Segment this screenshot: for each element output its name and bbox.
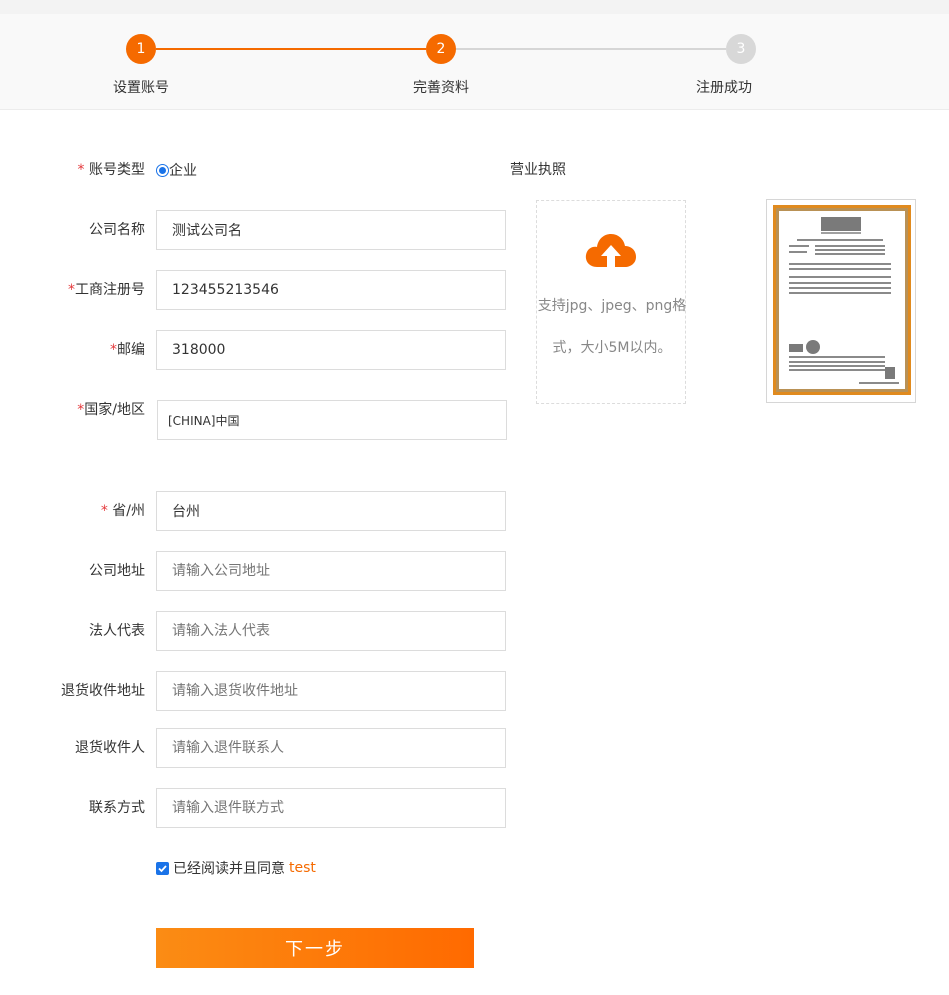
contact-label: 联系方式 (89, 800, 145, 816)
required-mark: * (68, 282, 75, 298)
agreement-checkbox[interactable] (156, 861, 169, 875)
country-label-text: 国家/地区 (84, 402, 145, 418)
return-receiver-label: 退货收件人 (75, 740, 145, 756)
top-strip (0, 0, 949, 14)
step-connector-todo (456, 48, 726, 50)
step-2-label: 完善资料 (413, 80, 469, 96)
cloud-upload-icon (585, 234, 636, 267)
agreement-link[interactable]: test (289, 860, 316, 876)
company-address-input[interactable] (156, 551, 506, 591)
reg-no-input[interactable] (156, 270, 506, 310)
postcode-label-text: 邮编 (117, 342, 145, 358)
next-step-button[interactable]: 下一步 (156, 928, 474, 968)
account-type-label: * 账号类型 (78, 160, 145, 180)
step-progress-bar: 1 2 3 设置账号 完善资料 注册成功 (0, 14, 949, 110)
upload-hint-line-2: 式，大小5M以内。 (552, 340, 672, 356)
business-license-label: 营业执照 (510, 162, 566, 178)
account-type-radio-enterprise[interactable]: 企业 (156, 160, 197, 180)
license-sample-image (766, 199, 916, 403)
province-label: * 省/州 (101, 501, 145, 521)
company-name-label: 公司名称 (89, 222, 145, 238)
contact-input[interactable] (156, 788, 506, 828)
step-1-label: 设置账号 (113, 80, 169, 96)
account-type-label-text: 账号类型 (89, 162, 145, 178)
step-connector-done (156, 48, 426, 50)
agreement-row: 已经阅读并且同意 test (156, 858, 316, 878)
license-sample-illustration (773, 205, 911, 395)
step-2-circle: 2 (426, 34, 456, 64)
reg-no-label-text: 工商注册号 (75, 282, 145, 298)
return-address-label: 退货收件地址 (61, 683, 145, 699)
country-label: *国家/地区 (77, 400, 145, 420)
company-address-label: 公司地址 (89, 563, 145, 579)
agreement-text: 已经阅读并且同意 (173, 861, 285, 877)
step-3-circle: 3 (726, 34, 756, 64)
upload-hint: 支持jpg、jpeg、png格 式，大小5M以内。 (537, 285, 687, 369)
check-icon (158, 864, 167, 872)
return-receiver-input[interactable] (156, 728, 506, 768)
legal-rep-label: 法人代表 (89, 623, 145, 639)
license-upload-area[interactable]: 支持jpg、jpeg、png格 式，大小5M以内。 (536, 200, 686, 404)
radio-option-label: 企业 (169, 163, 197, 179)
province-label-text: 省/州 (112, 503, 145, 519)
postcode-input[interactable] (156, 330, 506, 370)
upload-hint-line-1: 支持jpg、jpeg、png格 (537, 298, 687, 314)
required-mark: * (110, 342, 117, 358)
step-1-circle: 1 (126, 34, 156, 64)
radio-selected-icon[interactable] (156, 163, 169, 177)
postcode-label: *邮编 (110, 340, 145, 360)
legal-rep-input[interactable] (156, 611, 506, 651)
province-input[interactable] (156, 491, 506, 531)
required-mark: * (77, 162, 89, 178)
country-select[interactable] (157, 400, 507, 440)
return-address-input[interactable] (156, 671, 506, 711)
company-name-input[interactable] (156, 210, 506, 250)
reg-no-label: *工商注册号 (68, 280, 145, 300)
step-3-label: 注册成功 (696, 80, 752, 96)
required-mark: * (100, 503, 113, 519)
